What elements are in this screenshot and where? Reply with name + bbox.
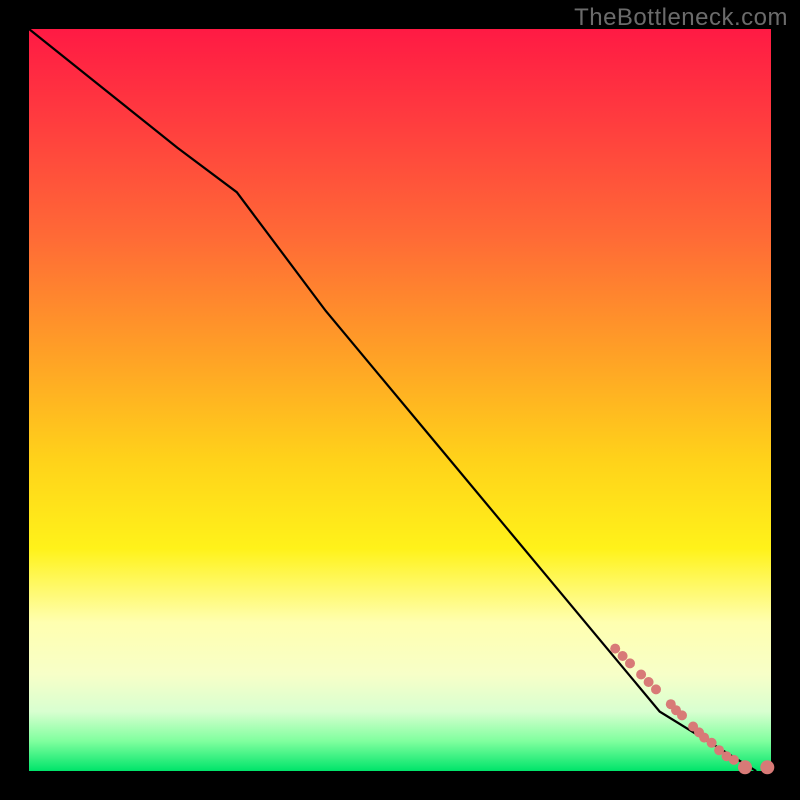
marker-point xyxy=(636,670,646,680)
marker-point xyxy=(677,710,687,720)
marker-point xyxy=(610,644,620,654)
marker-point xyxy=(729,755,739,765)
marker-point xyxy=(707,738,717,748)
marker-point xyxy=(618,651,628,661)
marker-group xyxy=(610,644,774,775)
marker-point xyxy=(644,677,654,687)
plot-area xyxy=(29,29,771,771)
marker-point xyxy=(760,760,774,774)
plot-svg xyxy=(29,29,771,771)
chart-frame: TheBottleneck.com xyxy=(0,0,800,800)
marker-point xyxy=(738,760,752,774)
marker-point xyxy=(625,658,635,668)
main-curve xyxy=(29,29,756,771)
marker-point xyxy=(651,684,661,694)
watermark-text: TheBottleneck.com xyxy=(574,4,788,32)
